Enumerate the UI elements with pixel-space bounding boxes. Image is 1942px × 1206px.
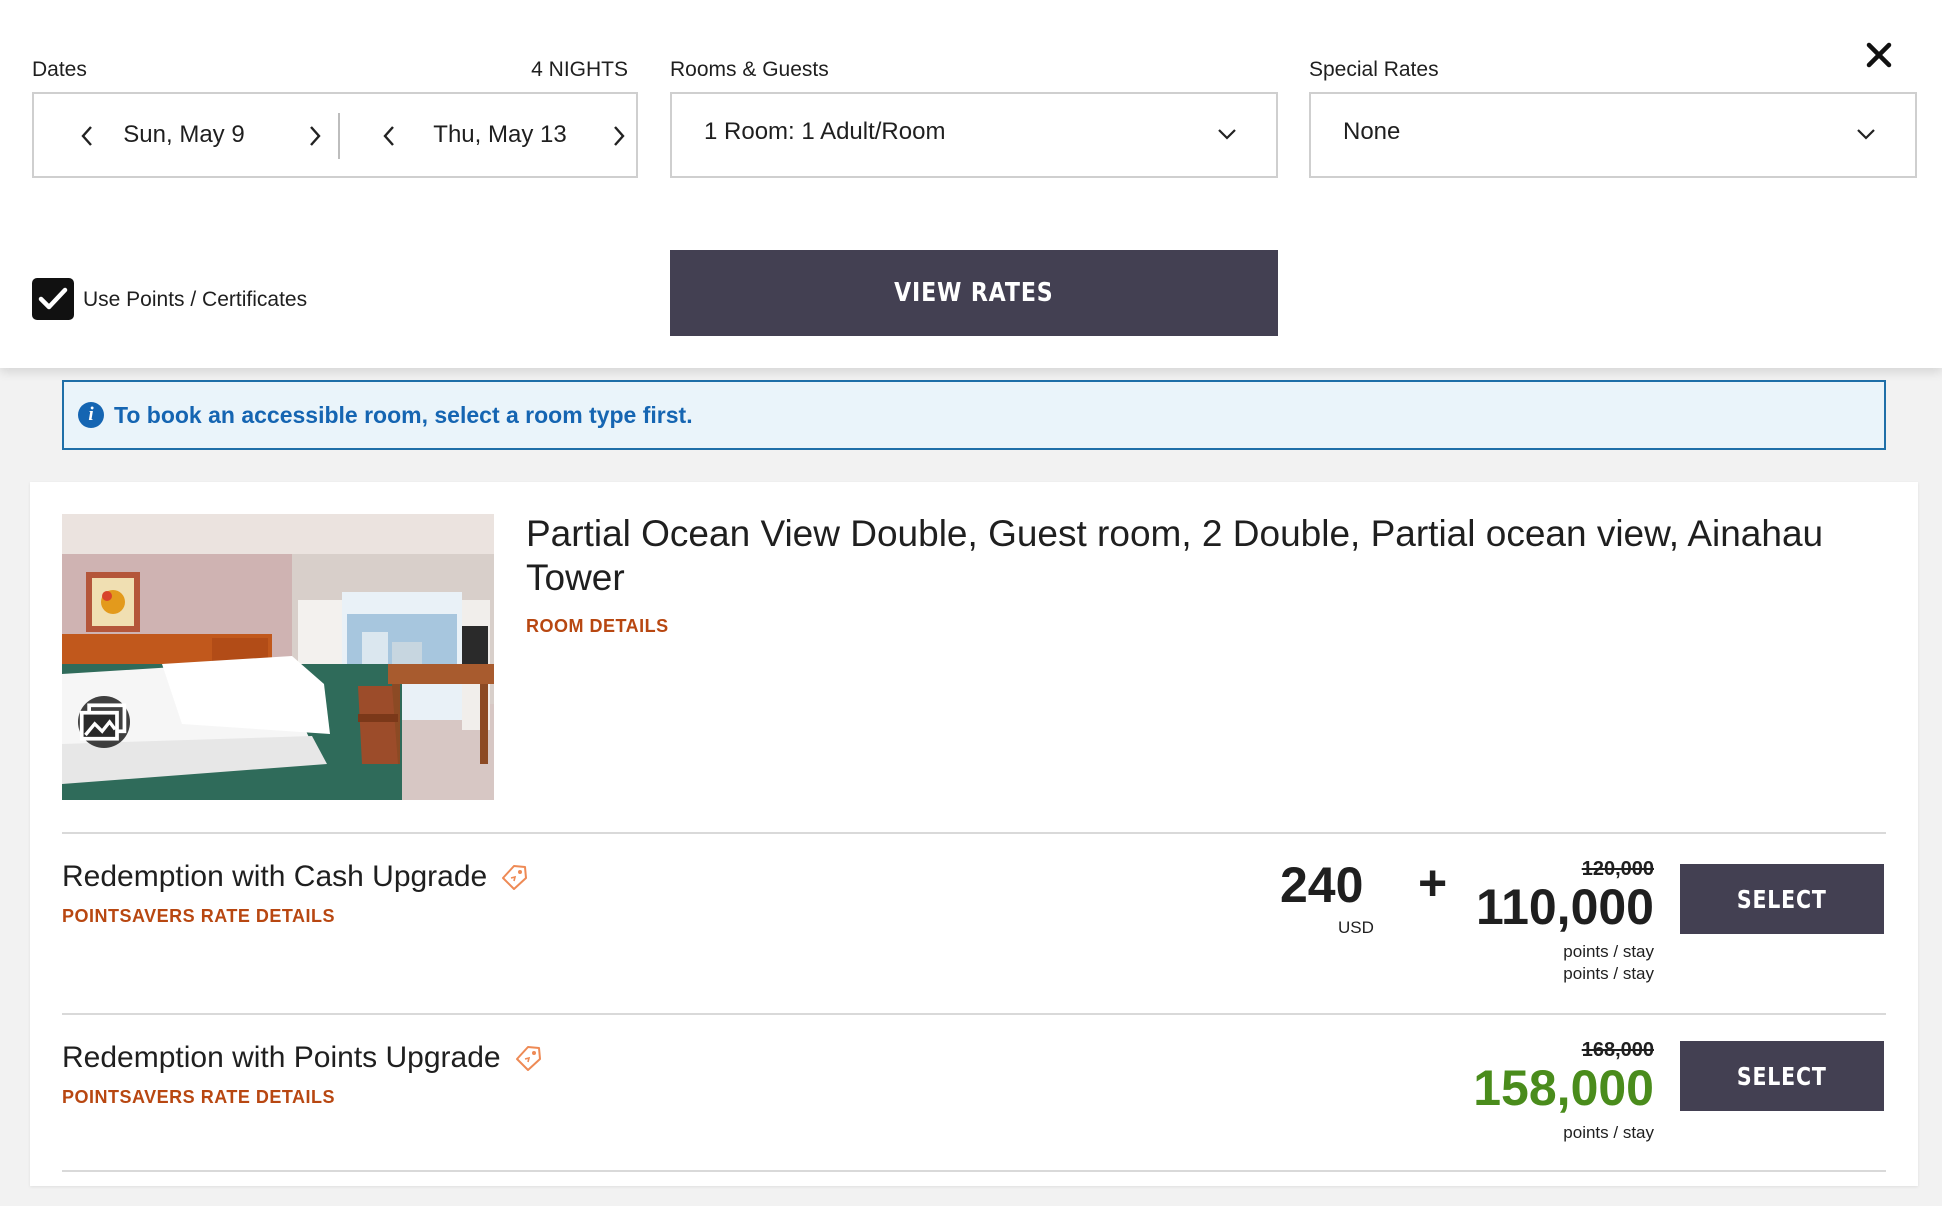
select-button[interactable]: SELECT (1680, 1041, 1884, 1111)
points-price: 110,000 (1476, 879, 1654, 935)
rooms-guests-select[interactable]: 1 Room: 1 Adult/Room (670, 92, 1278, 178)
check-in-date[interactable]: Sun, May 9 (104, 94, 264, 176)
accessible-room-notice-text: To book an accessible room, select a roo… (114, 401, 693, 428)
rooms-guests-label: Rooms & Guests (670, 58, 829, 81)
room-card: Partial Ocean View Double, Guest room, 2… (30, 482, 1918, 1186)
cash-amount: 240 (1280, 857, 1364, 913)
accessible-room-notice: i To book an accessible room, select a r… (62, 380, 1886, 450)
use-points-checkbox[interactable] (32, 278, 74, 320)
view-rates-button[interactable]: VIEW RATES (670, 250, 1278, 336)
chevron-down-icon (1218, 129, 1236, 140)
select-button[interactable]: SELECT (1680, 864, 1884, 934)
rate-row-points-upgrade: Redemption with Points Upgrade POINTSAVE… (30, 1015, 1918, 1191)
pointsavers-rate-details-link[interactable]: POINTSAVERS RATE DETAILS (62, 906, 335, 927)
chevron-left-icon (81, 126, 92, 146)
select-label: SELECT (1737, 884, 1827, 914)
date-picker: Sun, May 9 Thu, May 13 (32, 92, 638, 178)
check-out-date[interactable]: Thu, May 13 (410, 94, 590, 176)
nights-count: 4 NIGHTS (531, 58, 628, 81)
check-in-prev-button[interactable] (70, 119, 104, 153)
select-label: SELECT (1737, 1061, 1827, 1091)
use-points-label[interactable]: Use Points / Certificates (83, 288, 307, 312)
tag-icon (515, 1046, 541, 1071)
search-panel: Dates 4 NIGHTS Sun, May 9 Thu, May 13 Ro… (0, 0, 1942, 368)
rate-name-text: Redemption with Points Upgrade (62, 1041, 501, 1074)
special-rates-select[interactable]: None (1309, 92, 1917, 178)
special-rates-value: None (1343, 118, 1401, 145)
rooms-guests-value: 1 Room: 1 Adult/Room (704, 118, 946, 145)
points-price: 158,000 (1473, 1060, 1654, 1116)
points-unit: points / stay (1563, 1123, 1654, 1142)
room-details-link[interactable]: ROOM DETAILS (526, 616, 669, 637)
special-rates-label: Special Rates (1309, 58, 1439, 81)
points-unit: points / stay (1563, 942, 1654, 961)
gallery-icon[interactable] (78, 696, 130, 748)
room-title: Partial Ocean View Double, Guest room, 2… (526, 513, 1824, 598)
rate-name: Redemption with Cash Upgrade (62, 860, 529, 894)
rate-name-text: Redemption with Cash Upgrade (62, 860, 488, 893)
rate-row-cash-upgrade: Redemption with Cash Upgrade POINTSAVERS… (30, 834, 1918, 1010)
dates-label: Dates (32, 58, 87, 81)
checkmark-icon (38, 287, 68, 310)
date-divider (338, 113, 340, 159)
room-photo[interactable] (62, 514, 494, 800)
chevron-right-icon (310, 126, 321, 146)
points-unit: points / stay (1563, 964, 1654, 983)
check-out-next-button[interactable] (602, 119, 636, 153)
info-icon: i (78, 402, 104, 428)
close-button[interactable] (1862, 38, 1896, 72)
tag-icon (502, 865, 528, 890)
close-icon (1866, 42, 1892, 68)
photo-gallery-icon (79, 703, 127, 741)
chevron-down-icon (1857, 129, 1875, 140)
view-rates-label: VIEW RATES (894, 278, 1054, 308)
check-in-next-button[interactable] (298, 119, 332, 153)
check-out-prev-button[interactable] (372, 119, 406, 153)
rate-name: Redemption with Points Upgrade (62, 1041, 543, 1075)
chevron-left-icon (383, 126, 394, 146)
pointsavers-rate-details-link[interactable]: POINTSAVERS RATE DETAILS (62, 1087, 335, 1108)
cash-currency: USD (1338, 918, 1374, 937)
divider (62, 1170, 1886, 1172)
chevron-right-icon (614, 126, 625, 146)
